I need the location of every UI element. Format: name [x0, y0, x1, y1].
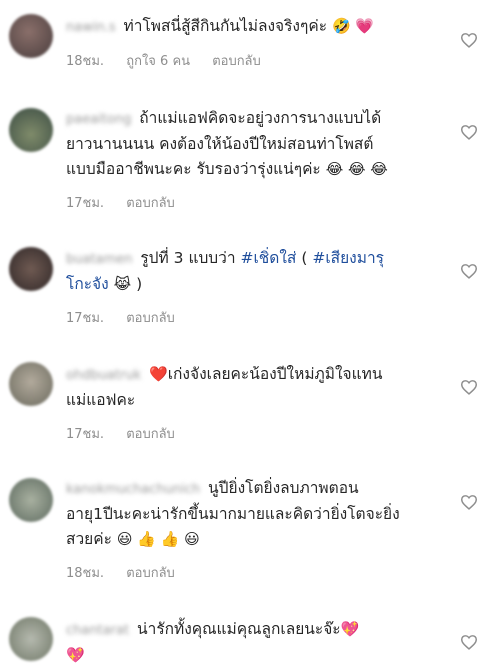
- heart-emoji: 💖: [66, 646, 85, 664]
- hashtag-link-continued[interactable]: โกะจัง: [66, 275, 109, 293]
- like-heart-icon[interactable]: [460, 379, 478, 395]
- comment-time: 17ชม.: [66, 427, 105, 442]
- comment-username[interactable]: paeaitong: [66, 107, 131, 132]
- like-heart-icon[interactable]: [460, 32, 478, 48]
- comment-likes-count[interactable]: ถูกใจ 6 คน: [126, 54, 190, 69]
- like-heart-icon[interactable]: [460, 494, 478, 510]
- comment-text: รูปที่ 3 แบบว่า: [140, 249, 236, 267]
- comment-emoji: 😹: [113, 275, 132, 293]
- like-heart-icon[interactable]: [460, 263, 478, 279]
- avatar[interactable]: [9, 14, 53, 58]
- comment-text-line-1: เก่งจังเลยคะน้องปีใหม่ภูมิใจแทน: [167, 365, 383, 383]
- avatar[interactable]: [9, 478, 53, 522]
- comment-text-line-1: น่ารักทั้งคุณแม่คุณลูกเลยนะจ๊ะ: [137, 620, 341, 638]
- comment-time: 18ชม.: [66, 566, 105, 581]
- comment-text: ท่าโพสนี่สู้สีกินกันไม่ลงจริงๆค่ะ: [123, 17, 328, 35]
- comment-username[interactable]: nawin.s: [66, 15, 116, 40]
- avatar[interactable]: [9, 247, 53, 291]
- comment-time: 17ชม.: [66, 311, 105, 326]
- comment-username[interactable]: buatamen: [66, 247, 132, 272]
- reply-button[interactable]: ตอบกลับ: [212, 54, 261, 69]
- comment-emoji: 😂 😂 😂: [325, 160, 388, 178]
- comment-text-line-2: ยาวนานนนน คงต้องให้น้องปีใหม่สอนท่าโพสต์: [66, 135, 374, 153]
- comment-time: 18ชม.: [66, 54, 105, 69]
- comment-text-line-2: แม่แอฟคะ: [66, 391, 136, 409]
- reply-button[interactable]: ตอบกลับ: [126, 196, 175, 211]
- avatar[interactable]: [9, 108, 53, 152]
- avatar[interactable]: [9, 617, 53, 661]
- comment-username[interactable]: kanokmuchachunich: [66, 477, 200, 502]
- like-heart-icon[interactable]: [460, 124, 478, 140]
- comment-text: ): [136, 275, 143, 293]
- comment-text-line-1: นูปียิ่งโตยิ่งลบภาพตอน: [208, 479, 359, 497]
- comment-text: (: [301, 249, 308, 267]
- hashtag-link[interactable]: #เสียงมารุ: [312, 249, 384, 267]
- like-heart-icon[interactable]: [460, 634, 478, 650]
- comment-username[interactable]: ohdbuatruk: [66, 363, 141, 388]
- heart-emoji: ❤️: [149, 365, 168, 383]
- comment-text-line-2: อายุ1ปีนะคะน่ารักขึ้นมากมายและคิดว่ายิ่ง…: [66, 505, 400, 523]
- reply-button[interactable]: ตอบกลับ: [126, 427, 175, 442]
- heart-emoji: 💖: [340, 620, 360, 638]
- comment-text-line-1: ถ้าแม่แอฟคิดจะอยู่วงการนางแบบได้: [139, 109, 382, 127]
- avatar[interactable]: [9, 362, 53, 406]
- reply-button[interactable]: ตอบกลับ: [126, 311, 175, 326]
- comment-time: 17ชม.: [66, 196, 105, 211]
- comment-text-line-3: สวยค่ะ: [66, 530, 112, 548]
- comment-username[interactable]: chantarat: [66, 618, 129, 643]
- comment-text-line-3: แบบมืออาชีพนะคะ รับรองว่ารุ่งแน่ๆค่ะ: [66, 160, 321, 178]
- comment-emoji: 😃 👍 👍 😃: [116, 530, 200, 548]
- reply-button[interactable]: ตอบกลับ: [126, 566, 175, 581]
- hashtag-link[interactable]: #เชิ่ดใส่: [240, 249, 296, 267]
- comment-emoji: 🤣 💗: [331, 17, 375, 35]
